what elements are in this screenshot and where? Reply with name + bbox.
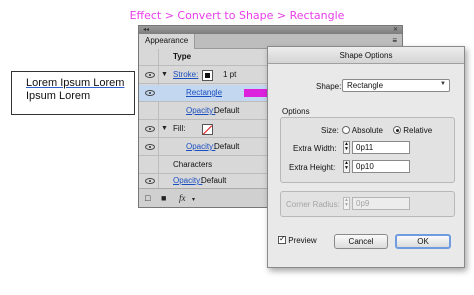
preview-checkbox[interactable]: Preview — [278, 234, 317, 245]
ok-button[interactable]: OK — [395, 234, 451, 249]
stroke-label[interactable]: Stroke: — [173, 70, 198, 79]
radio-icon — [342, 126, 350, 134]
dialog-title: Shape Options — [268, 47, 464, 64]
options-group: Size: Absolute Relative Extra Width: ▲ ▼ … — [280, 117, 455, 183]
extra-width-label: Extra Width: — [293, 144, 337, 153]
add-fill-icon[interactable]: ■ — [161, 193, 166, 203]
extra-height-label: Extra Height: — [289, 163, 336, 172]
shape-select[interactable]: Rectangle ▼ — [342, 79, 450, 92]
corner-radius-stepper[interactable]: ▲ ▼ — [343, 197, 350, 210]
size-relative-label: Relative — [403, 126, 433, 135]
text-frame[interactable]: Lorem Ipsum Lorem Ipsum Lorem — [11, 71, 135, 115]
add-stroke-icon[interactable]: □ — [145, 193, 150, 203]
shape-select-value: Rectangle — [347, 81, 384, 90]
panel-topbar[interactable]: ◂◂ ✕ — [139, 26, 402, 34]
checkbox-checked-icon — [278, 234, 286, 244]
stroke-swatch[interactable] — [202, 70, 213, 81]
panel-menu-icon[interactable]: ≡ — [392, 36, 397, 45]
opacity-label[interactable]: Opacity: — [173, 176, 202, 185]
corner-radius-group: Corner Radius: ▲ ▼ 0p9 — [280, 191, 455, 217]
eye-icon[interactable] — [145, 178, 155, 184]
eye-icon[interactable] — [145, 72, 155, 78]
close-icon[interactable]: ✕ — [393, 27, 398, 33]
tab-appearance[interactable]: Appearance — [139, 34, 196, 49]
stroke-weight[interactable]: 1 pt — [223, 70, 236, 79]
opacity-value: Default — [214, 106, 240, 115]
preview-label: Preview — [288, 236, 317, 245]
size-label: Size: — [321, 126, 339, 135]
opacity-label[interactable]: Opacity: — [186, 142, 215, 151]
extra-height-stepper[interactable]: ▲ ▼ — [343, 160, 350, 173]
extra-width-field[interactable]: 0p11 — [352, 141, 410, 154]
corner-radius-label: Corner Radius: — [286, 200, 340, 209]
shape-options-dialog: Shape Options Shape: Rectangle ▼ Options… — [267, 46, 465, 268]
cancel-button[interactable]: Cancel — [334, 234, 388, 249]
options-group-title: Options — [282, 107, 310, 116]
eye-icon[interactable] — [145, 126, 155, 132]
corner-radius-field[interactable]: 0p9 — [352, 197, 410, 210]
fx-icon[interactable]: fx — [179, 193, 186, 203]
caption-title: Effect > Convert to Shape > Rectangle — [129, 9, 345, 22]
disclosure-triangle-icon[interactable]: ▼ — [161, 71, 168, 78]
eye-icon[interactable] — [145, 90, 155, 96]
fx-menu-chevron-icon[interactable]: ▾ — [192, 196, 195, 203]
size-relative-radio[interactable]: Relative — [393, 126, 432, 135]
radio-selected-icon — [393, 126, 401, 134]
opacity-value: Default — [201, 176, 227, 185]
disclosure-triangle-icon[interactable]: ▼ — [161, 125, 168, 132]
rectangle-effect-link[interactable]: Rectangle — [186, 88, 222, 97]
opacity-value: Default — [214, 142, 240, 151]
chevron-down-icon: ▼ — [440, 81, 446, 87]
extra-width-stepper[interactable]: ▲ ▼ — [343, 141, 350, 154]
fill-swatch-none[interactable] — [202, 124, 213, 135]
opacity-label[interactable]: Opacity: — [186, 106, 215, 115]
text-line-2: Ipsum Lorem — [26, 90, 91, 102]
size-absolute-radio[interactable]: Absolute — [342, 126, 383, 135]
text-line-1: Lorem Ipsum Lorem — [26, 77, 125, 89]
extra-height-field[interactable]: 0p10 — [352, 160, 410, 173]
eye-icon[interactable] — [145, 144, 155, 150]
characters-label: Characters — [173, 160, 213, 169]
shape-label: Shape: — [316, 82, 342, 91]
type-header: Type — [173, 52, 192, 61]
size-absolute-label: Absolute — [351, 126, 383, 135]
collapse-icon[interactable]: ◂◂ — [143, 27, 149, 33]
fill-label[interactable]: Fill: — [173, 124, 185, 133]
